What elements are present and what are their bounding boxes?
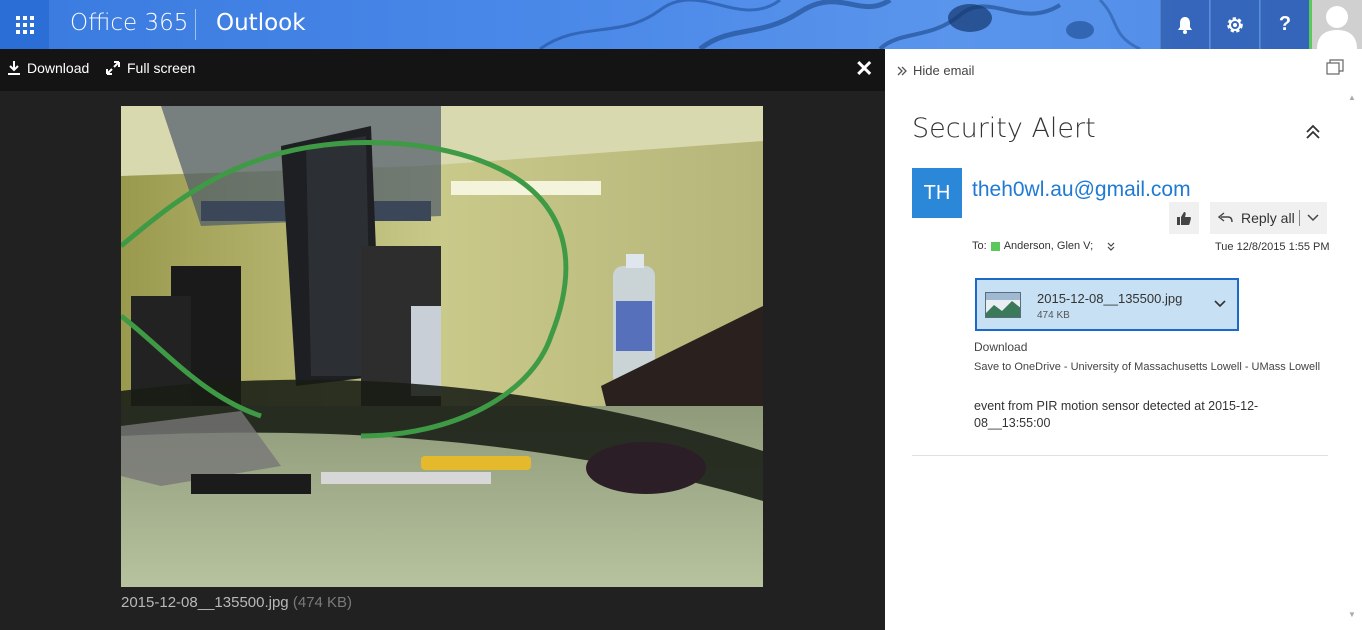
reply-divider (1299, 210, 1300, 226)
suite-bar: Office 365 Outlook ? (0, 0, 1362, 49)
attachment-download-link[interactable]: Download (974, 340, 1027, 354)
recipients-line: To: Anderson, Glen V; (972, 240, 1117, 252)
attachment-photo (121, 106, 763, 587)
attachment-card[interactable]: 2015-12-08__135500.jpg 474 KB (975, 278, 1239, 331)
header-background-art (539, 0, 1141, 49)
sender-address[interactable]: theh0wl.au@gmail.com (972, 178, 1191, 202)
chevron-down-icon[interactable] (1213, 297, 1227, 311)
expand-recipients-icon[interactable] (1105, 240, 1117, 252)
webcam-photo-image (121, 106, 763, 587)
fullscreen-label: Full screen (127, 60, 196, 76)
waffle-icon (15, 15, 34, 34)
expand-icon (106, 61, 120, 75)
reply-all-label: Reply all (1241, 210, 1295, 226)
recipient-name[interactable]: Anderson, Glen V; (1004, 240, 1093, 252)
fullscreen-button[interactable]: Full screen (106, 60, 195, 76)
notifications-button[interactable] (1160, 0, 1209, 49)
presence-indicator (990, 241, 1000, 251)
popout-icon[interactable] (1326, 59, 1344, 75)
user-avatar[interactable] (1309, 0, 1362, 49)
double-chevron-right-icon (897, 66, 907, 75)
reply-all-button[interactable]: Reply all (1210, 202, 1327, 234)
thumbs-up-icon (1177, 212, 1191, 225)
hide-email-label: Hide email (913, 63, 975, 78)
save-to-onedrive-link[interactable]: Save to OneDrive - University of Massach… (974, 361, 1330, 373)
download-button[interactable]: Download (8, 60, 89, 76)
to-label: To: (972, 240, 987, 252)
collapse-icon[interactable] (1304, 123, 1322, 141)
suite-brand[interactable]: Office 365 (70, 10, 188, 36)
person-icon (1312, 0, 1362, 49)
download-icon (8, 61, 20, 75)
reply-all-icon (1218, 212, 1233, 223)
help-icon: ? (1278, 13, 1292, 35)
settings-button[interactable] (1210, 0, 1259, 49)
caption-file-name: 2015-12-08__135500.jpg (121, 594, 289, 611)
hide-email-button[interactable]: Hide email (897, 63, 974, 78)
app-launcher-button[interactable] (0, 0, 49, 49)
attachment-viewer: Download Full screen ✕ 2015-12-08__13550… (0, 49, 885, 630)
email-date: Tue 12/8/2015 1:55 PM (1215, 241, 1330, 253)
download-label: Download (27, 60, 90, 76)
attachment-size: 474 KB (1037, 310, 1070, 321)
brand-divider (195, 9, 196, 40)
help-button[interactable]: ? (1260, 0, 1309, 49)
gear-icon (1227, 16, 1243, 33)
sender-avatar[interactable]: TH (912, 168, 962, 218)
scroll-down-arrow[interactable]: ▼ (1348, 610, 1356, 619)
caption-file-size: (474 KB) (292, 594, 353, 611)
reading-pane: Hide email ▲ ▼ Security Alert TH theh0wl… (885, 49, 1362, 630)
scroll-up-arrow[interactable]: ▲ (1348, 93, 1356, 102)
close-icon: ✕ (855, 56, 874, 81)
message-divider (912, 455, 1328, 456)
attachment-name: 2015-12-08__135500.jpg (1037, 291, 1183, 306)
like-button[interactable] (1169, 202, 1199, 234)
file-caption: 2015-12-08__135500.jpg (474 KB) (121, 594, 352, 611)
chevron-down-icon[interactable] (1306, 210, 1320, 224)
email-body: event from PIR motion sensor detected at… (974, 399, 1259, 430)
bell-icon (1178, 16, 1192, 34)
close-viewer-button[interactable]: ✕ (855, 58, 873, 80)
image-file-icon (985, 292, 1021, 318)
app-name[interactable]: Outlook (216, 10, 306, 36)
viewer-toolbar: Download Full screen ✕ (0, 49, 885, 91)
email-subject: Security Alert (912, 113, 1096, 144)
